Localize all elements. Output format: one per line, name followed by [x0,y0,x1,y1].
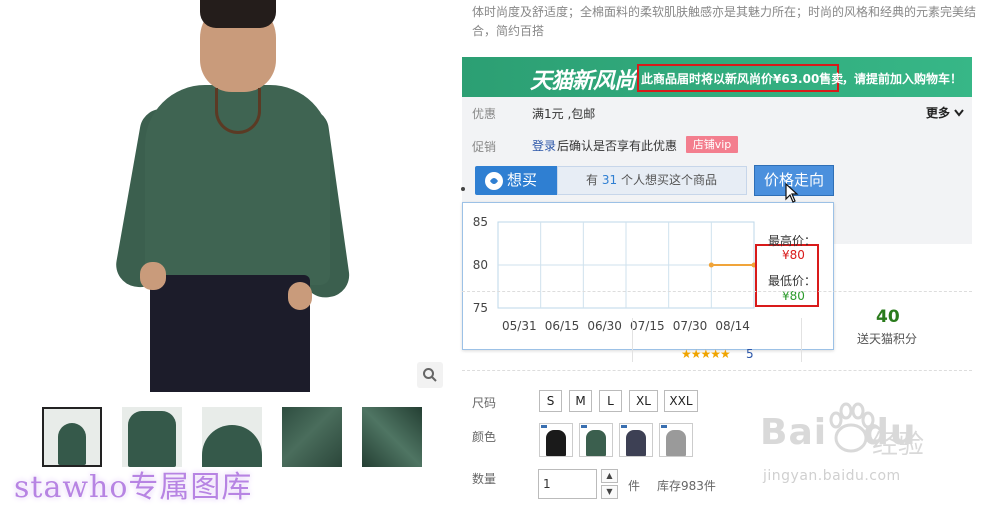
color-option-black[interactable] [539,423,573,457]
chart-y-tick-label: 75 [473,301,488,315]
size-option-xl[interactable]: XL [629,390,658,412]
size-option-s[interactable]: S [539,390,562,412]
points-label: 送天猫积分 [857,332,918,346]
size-label: 尺码 [472,396,497,410]
cursor-icon [785,182,799,208]
quantity-increase-icon[interactable]: ▲ [601,469,618,483]
want-count-suffix: 个人想买这个商品 [620,173,717,187]
size-option-l[interactable]: L [599,390,622,412]
chart-series [708,262,757,268]
chart-x-tick-label: 06/30 [587,319,622,333]
product-description: 体时尚度及舒适度；全棉面料的柔软肌肤触感亦是其魅力所在；时尚的风格和经典的元素完… [472,5,977,38]
chart-y-ticks: 85 80 75 [473,215,488,315]
thumbnail-1[interactable] [42,407,102,467]
thumbnail-3[interactable] [202,407,262,467]
baidu-watermark-cn: 经验 [872,430,925,460]
model-necklace [215,88,261,134]
rating-stars: ★★★★★ [681,347,731,361]
chevron-down-icon [950,106,964,120]
promotion-label: 促销 [472,140,497,154]
high-price-label: 最高价： [768,234,817,248]
baidu-watermark-url: jingyan.baidu.com [763,468,901,484]
promo-logo: 天猫新风尚 [530,69,636,94]
color-option-green[interactable] [579,423,613,457]
color-label: 颜色 [472,430,497,444]
chart-x-tick-label: 07/15 [630,319,665,333]
chart-data-point [708,262,714,268]
stats-separator-top [462,291,972,292]
model-pants [150,275,310,392]
low-price-label: 最低价： [768,274,817,288]
stats-divider-2 [801,318,802,362]
discount-label: 优惠 [472,107,497,121]
quantity-input[interactable]: 1 [538,469,597,499]
chart-x-ticks: 05/31 06/15 06/30 07/15 07/30 08/14 [502,319,750,333]
color-option-navy[interactable] [619,423,653,457]
thumbnail-4[interactable] [282,407,342,467]
stats-separator-bottom [462,370,972,371]
baidu-brand-head: Bai [760,412,828,453]
model-hand-right [288,282,312,310]
want-count: 有 31 个人想买这个商品 [557,166,747,195]
want-count-number: 31 [601,173,618,187]
quantity-unit: 件 [628,479,641,493]
thumbnail-5[interactable] [362,407,422,467]
quantity-label: 数量 [472,472,497,486]
login-link[interactable]: 登录 [532,137,556,154]
price-chart: 85 80 75 05/31 06/15 06/30 07/15 07/30 08/14 [473,215,757,333]
points-value: 40 [876,307,900,327]
chart-x-tick-label: 06/15 [545,319,580,333]
bullet-dot [461,187,465,191]
magnifier-icon[interactable] [417,362,443,388]
size-option-xxl[interactable]: XXL [664,390,698,412]
want-button-label: 想买 [507,171,538,189]
watermark-text: stawho专属图库 [14,470,253,505]
size-option-m[interactable]: M [569,390,592,412]
chart-y-tick-label: 85 [473,215,488,229]
want-count-prefix: 有 [586,173,599,187]
color-option-gray[interactable] [659,423,693,457]
chart-x-tick-label: 05/31 [502,319,537,333]
chart-x-tick-label: 07/30 [673,319,708,333]
rating-score[interactable]: 5 [746,347,754,361]
chart-y-tick-label: 80 [473,258,488,272]
discount-value: 满1元 ,包邮 [532,107,596,121]
thumbnail-2[interactable] [122,407,182,467]
promo-cart-text: ，请提前加入购物车！ [842,72,963,86]
stock-count: 库存983件 [657,479,716,493]
model-hair [200,0,276,28]
vip-tag: 店铺vip [686,136,738,153]
high-price-value: ¥80 [782,248,805,262]
quantity-decrease-icon[interactable]: ▼ [601,485,618,499]
more-label: 更多 [926,106,951,120]
login-hint-text: 后确认是否享有此优惠 [557,139,678,153]
chart-x-tick-label: 08/14 [715,319,750,333]
model-hand-left [140,262,166,290]
more-link[interactable]: 更多 [926,104,964,121]
stats-divider-1 [632,318,633,362]
promo-price-text: 此商品届时将以新风尚价¥63.00售卖 [641,72,844,86]
want-icon [485,172,503,190]
